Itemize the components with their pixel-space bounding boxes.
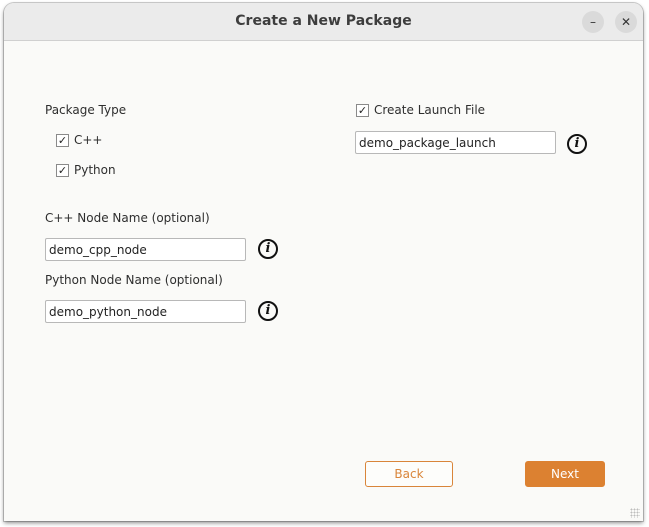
close-icon: ✕ <box>620 15 632 29</box>
info-icon[interactable]: i <box>258 239 278 259</box>
cpp-checkbox-label[interactable]: C++ <box>74 133 103 147</box>
launch-file-name-input[interactable] <box>355 131 556 154</box>
info-glyph: i <box>574 136 580 151</box>
info-icon[interactable]: i <box>567 134 587 154</box>
title-bar: Create a New Package – ✕ <box>4 3 643 41</box>
python-node-name-label: Python Node Name (optional) <box>45 273 223 287</box>
cpp-node-name-input[interactable] <box>45 238 246 261</box>
back-button[interactable]: Back <box>365 461 453 487</box>
window-title: Create a New Package <box>235 13 412 29</box>
python-node-name-input[interactable] <box>45 300 246 323</box>
info-glyph: i <box>265 241 271 256</box>
check-icon: ✓ <box>57 134 68 147</box>
dialog-window: Create a New Package – ✕ Package Type ✓ … <box>4 3 643 521</box>
resize-grip[interactable] <box>630 508 640 518</box>
cpp-node-name-label: C++ Node Name (optional) <box>45 211 210 225</box>
create-launch-file-label[interactable]: Create Launch File <box>374 103 485 117</box>
package-type-label: Package Type <box>45 103 127 117</box>
cpp-checkbox[interactable]: ✓ <box>56 134 69 147</box>
check-icon: ✓ <box>57 164 68 177</box>
minimize-button[interactable]: – <box>582 11 604 33</box>
python-checkbox-label[interactable]: Python <box>74 163 116 177</box>
minimize-icon: – <box>590 15 596 29</box>
create-launch-file-checkbox[interactable]: ✓ <box>356 104 369 117</box>
info-glyph: i <box>265 303 271 318</box>
check-icon: ✓ <box>357 104 368 117</box>
close-button[interactable]: ✕ <box>615 11 637 33</box>
python-checkbox[interactable]: ✓ <box>56 164 69 177</box>
info-icon[interactable]: i <box>258 301 278 321</box>
next-button[interactable]: Next <box>525 461 605 487</box>
